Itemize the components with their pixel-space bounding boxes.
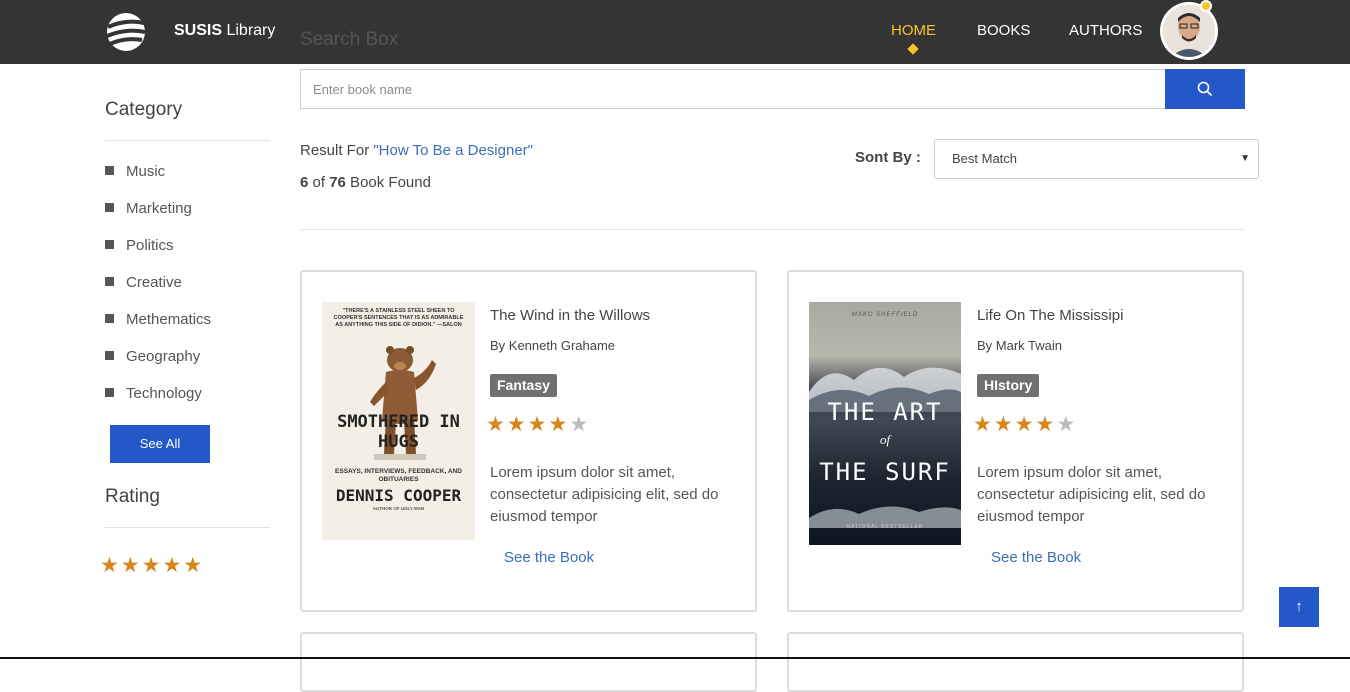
divider — [105, 527, 270, 528]
divider — [105, 140, 270, 141]
star-icon: ★ — [506, 413, 528, 436]
book-description: Lorem ipsum dolor sit amet, consectetur … — [977, 464, 1206, 525]
user-photo — [1163, 5, 1215, 57]
bullet-icon — [105, 240, 114, 249]
star-icon: ★ — [527, 413, 549, 436]
bullet-icon — [105, 351, 114, 360]
book-rating: ★★★★★ — [973, 412, 1077, 437]
rating-filter-stars[interactable]: ★★★★★ — [100, 553, 204, 578]
bullet-icon — [105, 166, 114, 175]
nav-home[interactable]: HOME — [891, 22, 936, 39]
category-geography[interactable]: Geography — [105, 348, 200, 365]
divider — [300, 229, 1245, 230]
search-button[interactable] — [1165, 69, 1245, 109]
rating-heading: Rating — [105, 486, 160, 507]
book-card — [300, 632, 757, 692]
star-empty-icon: ★ — [1056, 413, 1078, 436]
bullet-icon — [105, 277, 114, 286]
book-title[interactable]: Life On The Mississipi — [977, 307, 1123, 324]
star-icon: ★ — [1035, 413, 1057, 436]
star-icon: ★ — [973, 413, 994, 436]
top-navbar: SUSIS Library HOME BOOKS AUTHORS — [0, 0, 1350, 64]
see-book-link[interactable]: See the Book — [504, 549, 594, 566]
result-for-text: Result For "How To Be a Designer" — [300, 142, 533, 159]
bullet-icon — [105, 314, 114, 323]
star-icon: ★ — [548, 413, 570, 436]
book-cover[interactable]: MAKO SHEFFIELD THE ART of THE SURF NATIO… — [809, 302, 961, 545]
category-marketing[interactable]: Marketing — [105, 200, 192, 217]
genre-badge: Fantasy — [490, 374, 557, 397]
active-nav-indicator — [907, 43, 919, 55]
caret-down-icon: ▼ — [1240, 153, 1250, 164]
bullet-icon — [105, 388, 114, 397]
book-card: "THERE'S A STAINLESS STEEL SHEEN TO COOP… — [300, 270, 757, 612]
see-all-button[interactable]: See All — [110, 425, 210, 463]
star-icon: ★ — [486, 413, 507, 436]
category-mathematics[interactable]: Methematics — [105, 311, 211, 328]
brand-name[interactable]: SUSIS Library — [174, 22, 275, 40]
arrow-up-icon: ↑ — [1295, 598, 1303, 615]
book-card: MAKO SHEFFIELD THE ART of THE SURF NATIO… — [787, 270, 1244, 612]
notification-dot — [1200, 0, 1212, 12]
book-card — [787, 632, 1244, 692]
search-input[interactable] — [300, 69, 1166, 109]
result-query: "How To Be a Designer" — [373, 142, 533, 159]
star-icon[interactable]: ★ — [162, 554, 183, 577]
book-description: Lorem ipsum dolor sit amet, consectetur … — [490, 464, 719, 525]
star-empty-icon: ★ — [569, 413, 591, 436]
star-icon[interactable]: ★ — [142, 554, 163, 577]
search-section-title: Search Box — [300, 29, 399, 50]
book-title[interactable]: The Wind in the Willows — [490, 307, 650, 324]
book-cover[interactable]: "THERE'S A STAINLESS STEEL SHEEN TO COOP… — [322, 302, 475, 540]
bullet-icon — [105, 203, 114, 212]
scroll-to-top-button[interactable]: ↑ — [1279, 587, 1319, 627]
nav-authors[interactable]: AUTHORS — [1069, 22, 1142, 39]
star-icon: ★ — [1014, 413, 1036, 436]
search-icon — [1197, 81, 1213, 97]
genre-badge: HIstory — [977, 374, 1040, 397]
star-icon[interactable]: ★ — [121, 554, 142, 577]
book-rating: ★★★★★ — [486, 412, 590, 437]
see-book-link[interactable]: See the Book — [991, 549, 1081, 566]
star-icon[interactable]: ★ — [100, 554, 121, 577]
category-music[interactable]: Music — [105, 163, 165, 180]
category-politics[interactable]: Politics — [105, 237, 174, 254]
star-icon[interactable]: ★ — [183, 554, 204, 577]
star-icon: ★ — [993, 413, 1015, 436]
library-logo-icon[interactable] — [104, 10, 148, 54]
category-heading: Category — [105, 99, 183, 120]
nav-books[interactable]: BOOKS — [977, 22, 1030, 39]
book-author: By Kenneth Grahame — [490, 338, 616, 353]
sort-label: Sont By : — [855, 149, 921, 166]
books-found-count: 6 of 76 Book Found — [300, 174, 431, 191]
category-technology[interactable]: Technology — [105, 385, 202, 402]
sort-select[interactable]: Best Match ▼ — [934, 139, 1259, 179]
category-creative[interactable]: Creative — [105, 274, 182, 291]
book-author: By Mark Twain — [977, 338, 1063, 353]
